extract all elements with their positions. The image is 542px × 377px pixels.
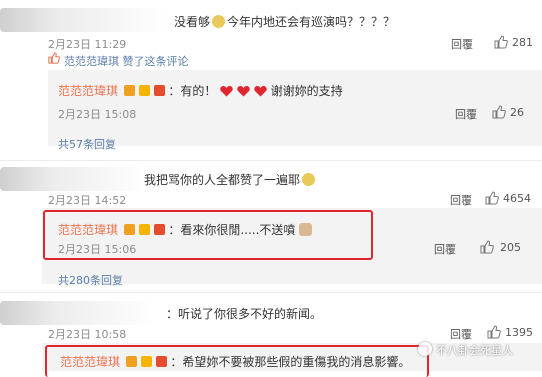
crown-badge-icon [140,356,152,367]
reply-button[interactable]: 回覆 [450,326,472,342]
comment-text-part: 今年内地还会有巡演吗？？？？ [227,15,396,29]
comment-text: 我把骂你的人全都赞了一遍耶 [144,171,316,188]
comment-text-part: 我把骂你的人全都赞了一遍耶 [144,173,301,187]
reply-text-part: 谢谢妳的支持 [270,84,343,98]
heart-icon [237,86,250,97]
thumbs-up-icon[interactable] [485,191,499,205]
verified-badge-icon [125,356,137,367]
laugh-emoji-icon [302,173,316,186]
reply-line: 范范范瑋琪 ：看來你很閒.....不送噴 [58,221,313,238]
liked-by-text[interactable]: 范范范瑋琪 赞了这条评论 [64,53,189,69]
blurred-avatar-name [0,167,145,191]
crown-badge-icon [138,224,150,235]
reply-line: 范范范瑋琪 ：有的！ 谢谢妳的支持 [58,82,343,99]
member-badge-icon [153,224,165,235]
comment-date: 2月23日 14:52 [48,194,127,207]
verified-badge-icon [123,85,135,96]
watermark-logo-icon [418,342,432,356]
member-badge-icon [155,356,167,367]
smile-emoji-icon [212,15,226,28]
crown-badge-icon [138,85,150,96]
like-count: 281 [512,36,533,49]
comment-text: 没看够 今年内地还会有巡演吗？？？？ [174,13,395,30]
reply-button[interactable]: 回覆 [434,241,456,257]
like-count: 4654 [503,192,531,205]
thumbs-up-icon[interactable] [494,35,508,49]
watermark-text: 不八卦会死星人 [436,344,513,357]
member-badge-icon [153,85,165,96]
reply-button[interactable]: 回覆 [451,36,473,52]
reply-text: ：看來你很閒.....不送噴 [168,223,296,237]
like-count: 1395 [505,326,533,339]
divider [0,292,542,293]
reply-button[interactable]: 回覆 [450,192,472,208]
liked-by-icon [48,52,60,64]
comment-date: 2月23日 10:58 [48,328,127,341]
reply-text: ：希望妳不要被那些假的重傷我的消息影響。 [170,355,411,369]
reply-button[interactable]: 回覆 [455,106,477,122]
view-more-replies-link[interactable]: 共280条回复 [58,272,123,288]
reply-text: ：有的！ [168,84,217,98]
wave-hand-emoji-icon [299,223,313,236]
blurred-avatar-name [0,8,165,32]
reply-username[interactable]: 范范范瑋琪 [58,84,118,98]
heart-icon [254,86,267,97]
view-more-replies-link[interactable]: 共57条回复 [58,136,116,152]
reply-date: 2月23日 15:06 [58,243,137,256]
heart-icon [220,86,233,97]
reply-username[interactable]: 范范范瑋琪 [58,223,118,237]
reply-username[interactable]: 范范范瑋琪 [60,355,120,369]
thumbs-up-icon[interactable] [492,105,506,119]
like-count: 26 [510,106,524,119]
thumbs-up-icon[interactable] [480,240,494,254]
comment-text: ：听说了你很多不好的新闻。 [166,307,323,321]
like-count: 205 [500,241,521,254]
blurred-avatar-name [0,301,155,325]
comment-date: 2月23日 11:29 [48,38,127,51]
divider [0,160,542,161]
comment-text-part: 没看够 [174,15,211,29]
verified-badge-icon [123,224,135,235]
thumbs-up-icon[interactable] [487,325,501,339]
reply-date: 2月23日 15:08 [58,108,137,121]
reply-line: 范范范瑋琪 ：希望妳不要被那些假的重傷我的消息影響。 [60,353,410,370]
